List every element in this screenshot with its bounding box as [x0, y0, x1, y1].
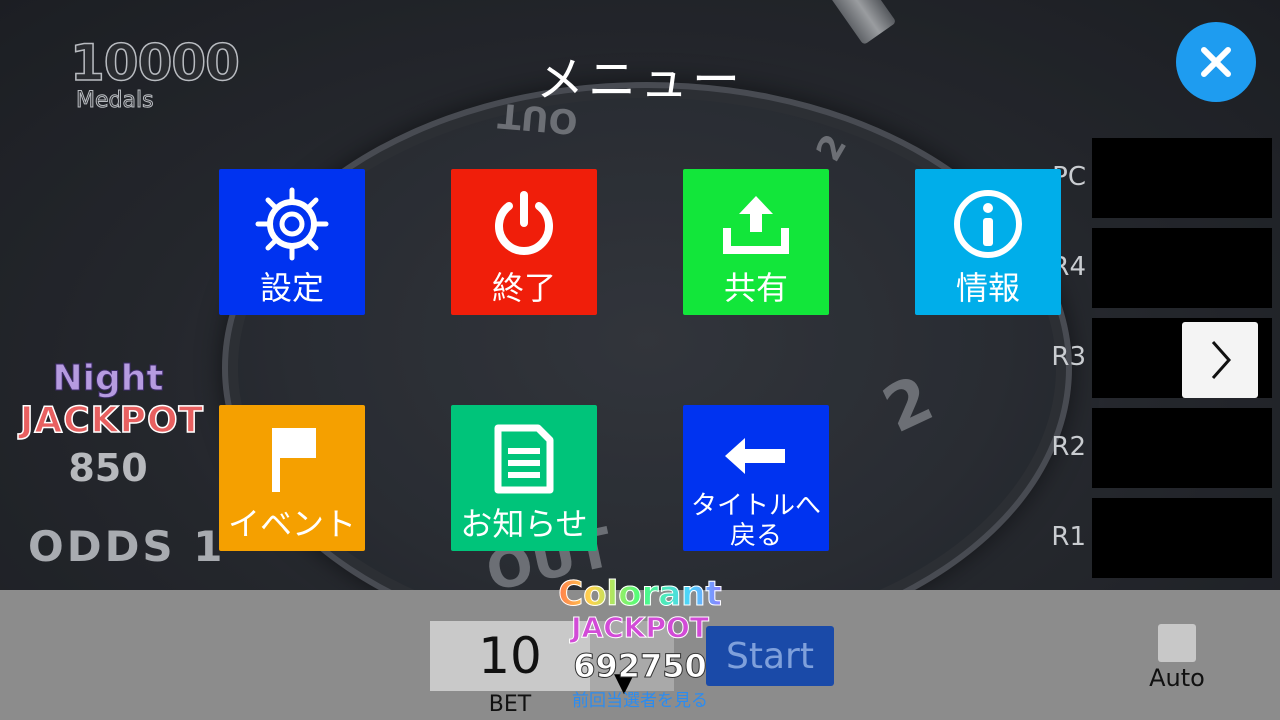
back-to-title-label: タイトルへ 戻る [691, 491, 821, 551]
gear-icon [254, 185, 330, 263]
rank-label-r1: R1 [1051, 522, 1086, 552]
flag-icon [260, 421, 324, 499]
auto-toggle[interactable] [1158, 624, 1196, 662]
arrow-left-icon [721, 421, 791, 491]
rank-row-pc [1092, 138, 1272, 218]
auto-label: Auto [1149, 664, 1205, 692]
quit-tile[interactable]: 終了 [451, 169, 597, 315]
settings-tile[interactable]: 設定 [219, 169, 365, 315]
info-icon [952, 185, 1024, 263]
odds-display: ODDS 1 [28, 522, 226, 571]
next-page-button[interactable] [1182, 322, 1258, 398]
settings-label: 設定 [259, 269, 324, 307]
document-icon [492, 421, 556, 499]
rank-row-r2 [1092, 408, 1272, 488]
start-button[interactable]: Start [706, 626, 834, 686]
colorant-jackpot-title: Colorant [540, 574, 740, 615]
rank-row-r4 [1092, 228, 1272, 308]
info-label: 情報 [955, 269, 1020, 307]
back-to-title-line2: 戻る [729, 521, 782, 551]
share-tile[interactable]: 共有 [683, 169, 829, 315]
close-icon [1201, 47, 1231, 77]
quit-label: 終了 [491, 269, 556, 307]
news-label: お知らせ [460, 505, 588, 543]
bet-value: 10 [478, 627, 542, 685]
night-jackpot-value: 850 [68, 446, 148, 490]
menu-title: メニュー [535, 52, 744, 108]
upload-icon [721, 185, 791, 263]
news-tile[interactable]: お知らせ [451, 405, 597, 551]
close-button[interactable] [1176, 22, 1256, 102]
previous-winner-link[interactable]: 前回当選者を見る [540, 686, 740, 711]
event-tile[interactable]: イベント [219, 405, 365, 551]
share-label: 共有 [723, 269, 788, 307]
rank-label-r3: R3 [1051, 342, 1086, 372]
night-jackpot-title: Night [52, 358, 164, 400]
back-to-title-line1: タイトルへ [690, 491, 821, 521]
rank-label-r2: R2 [1051, 432, 1086, 462]
night-jackpot-label: JACKPOT [19, 399, 205, 442]
rank-row-r1 [1092, 498, 1272, 578]
event-label: イベント [227, 505, 356, 543]
chevron-right-icon [1211, 341, 1232, 379]
power-icon [489, 185, 559, 263]
back-to-title-tile[interactable]: タイトルへ 戻る [683, 405, 829, 551]
info-tile[interactable]: 情報 [915, 169, 1061, 315]
